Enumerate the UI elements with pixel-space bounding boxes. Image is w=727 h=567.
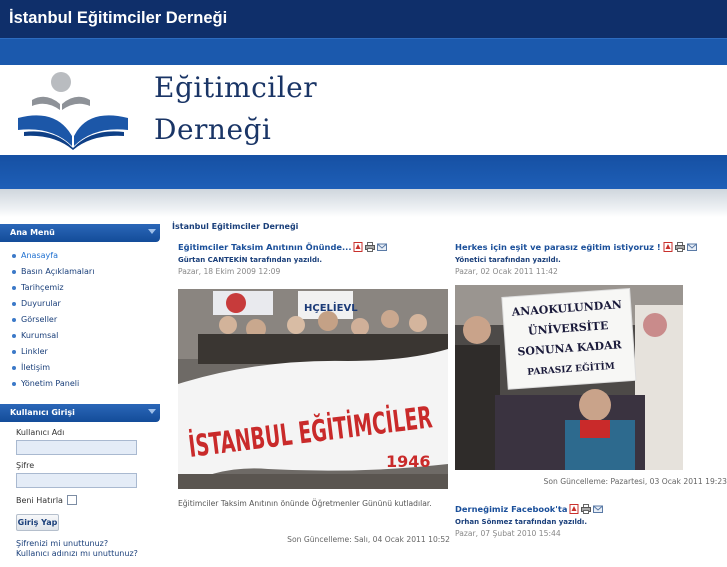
bullet-icon [12,366,16,370]
breadcrumb[interactable]: İstanbul Eğitimciler Derneği [172,222,298,231]
article-caption: Eğitimciler Taksim Anıtının önünde Öğret… [178,499,432,508]
menu-item-yonetim[interactable]: Yönetim Paneli [0,376,160,392]
main-menu-title: Ana Menü [10,228,55,237]
bullet-icon [12,334,16,338]
article-date: Pazar, 18 Ekim 2009 12:09 [178,267,450,276]
print-icon[interactable] [365,242,375,252]
menu-item-linkler[interactable]: Linkler [0,344,160,360]
username-field[interactable] [16,440,137,455]
bullet-icon [12,382,16,386]
print-icon[interactable] [581,504,591,514]
chevron-down-icon [148,409,156,414]
email-icon[interactable] [593,504,603,514]
menu-item-label: İletişim [21,363,50,372]
menu-item-gorseller[interactable]: Görseller [0,312,160,328]
article-date: Pazar, 07 Şubat 2010 15:44 [455,529,727,538]
email-icon[interactable] [687,242,697,252]
email-icon[interactable] [377,242,387,252]
remember-me-label: Beni Hatırla [16,496,63,505]
banner: Eğitimciler Derneği [0,65,727,155]
menu-item-iletisim[interactable]: İletişim [0,360,160,376]
sidebar: Ana Menü Anasayfa Basın Açıklamaları Tar… [0,224,160,559]
banner-title-line1: Eğitimciler [154,71,317,104]
forgot-password-link[interactable]: Şifrenizi mi unuttunuz? [16,539,160,549]
bullet-icon [12,318,16,322]
login-form: Kullanıcı Adı Şifre Beni Hatırla Giriş Y… [0,422,160,559]
menu-item-anasayfa[interactable]: Anasayfa [0,248,160,264]
menu-item-label: Duyurular [21,299,61,308]
print-icon[interactable] [675,242,685,252]
article-updated: Son Güncelleme: Salı, 04 Ocak 2011 10:52 [287,535,450,544]
menu-item-label: Anasayfa [21,251,58,260]
main-menu-header: Ana Menü [0,224,160,242]
top-header-bar: İstanbul Eğitimciler Derneği [0,0,727,38]
banner-bottom-stripe [0,155,727,189]
article-date: Pazar, 02 Ocak 2011 11:42 [455,267,727,276]
article-title-link[interactable]: Eğitimciler Taksim Anıtının Önünde... [178,242,351,252]
site-title[interactable]: İstanbul Eğitimciler Derneği [9,9,227,28]
bullet-icon [12,302,16,306]
menu-item-label: Görseller [21,315,57,324]
pdf-icon[interactable] [569,504,579,514]
main-menu: Anasayfa Basın Açıklamaları Tarihçemiz D… [0,242,160,392]
bullet-icon [12,350,16,354]
menu-item-basin[interactable]: Basın Açıklamaları [0,264,160,280]
photo-banner-year: 1946 [386,452,431,471]
password-label: Şifre [16,461,160,472]
forgot-username-link[interactable]: Kullanıcı adınızı mı unuttunuz? [16,549,160,559]
article-title: Eğitimciler Taksim Anıtının Önünde... [178,242,450,252]
banner-title-line2: Derneği [154,113,271,146]
chevron-down-icon [148,229,156,234]
article-title-link[interactable]: Herkes için eşit ve parasız eğitim istiy… [455,242,661,252]
bullet-icon [12,254,16,258]
login-title: Kullanıcı Girişi [10,408,75,417]
article-photo: HÇELİEVL İSTANBUL EĞİTİMCİLER 1946 [178,289,448,489]
remember-me-checkbox[interactable] [67,495,77,505]
remember-me-row: Beni Hatırla [16,494,160,506]
bullet-icon [12,286,16,290]
article-3: Derneğimiz Facebook'ta Orhan Sönmez tara… [455,504,727,544]
article-title: Herkes için eşit ve parasız eğitim istiy… [455,242,727,252]
login-button[interactable]: Giriş Yap [16,514,59,531]
article-1: Eğitimciler Taksim Anıtının Önünde... Gü… [178,242,450,567]
menu-item-tarihce[interactable]: Tarihçemiz [0,280,160,296]
bullet-icon [12,270,16,274]
article-title: Derneğimiz Facebook'ta [455,504,727,514]
article-2: Herkes için eşit ve parasız eğitim istiy… [455,242,727,492]
login-header: Kullanıcı Girişi [0,404,160,422]
article-photo: ANAOKULUNDAN ÜNİVERSİTE SONUNA KADAR PAR… [455,285,683,470]
gray-separator [0,189,727,217]
username-label: Kullanıcı Adı [16,428,160,439]
password-field[interactable] [16,473,137,488]
menu-item-label: Basın Açıklamaları [21,267,94,276]
article-title-link[interactable]: Derneğimiz Facebook'ta [455,504,567,514]
article-author: Gürtan CANTEKİN tarafından yazıldı. [178,256,450,264]
menu-item-label: Yönetim Paneli [21,379,79,388]
menu-item-label: Tarihçemiz [21,283,64,292]
menu-item-label: Linkler [21,347,48,356]
article-updated: Son Güncelleme: Pazartesi, 03 Ocak 2011 … [544,477,727,486]
menu-item-label: Kurumsal [21,331,58,340]
menu-item-kurumsal[interactable]: Kurumsal [0,328,160,344]
menu-item-duyurular[interactable]: Duyurular [0,296,160,312]
pdf-icon[interactable] [353,242,363,252]
article-author: Yönetici tarafından yazıldı. [455,256,727,264]
pdf-icon[interactable] [663,242,673,252]
header-stripe [0,38,727,65]
article-author: Orhan Sönmez tarafından yazıldı. [455,518,727,526]
logo-book-icon [16,70,132,150]
